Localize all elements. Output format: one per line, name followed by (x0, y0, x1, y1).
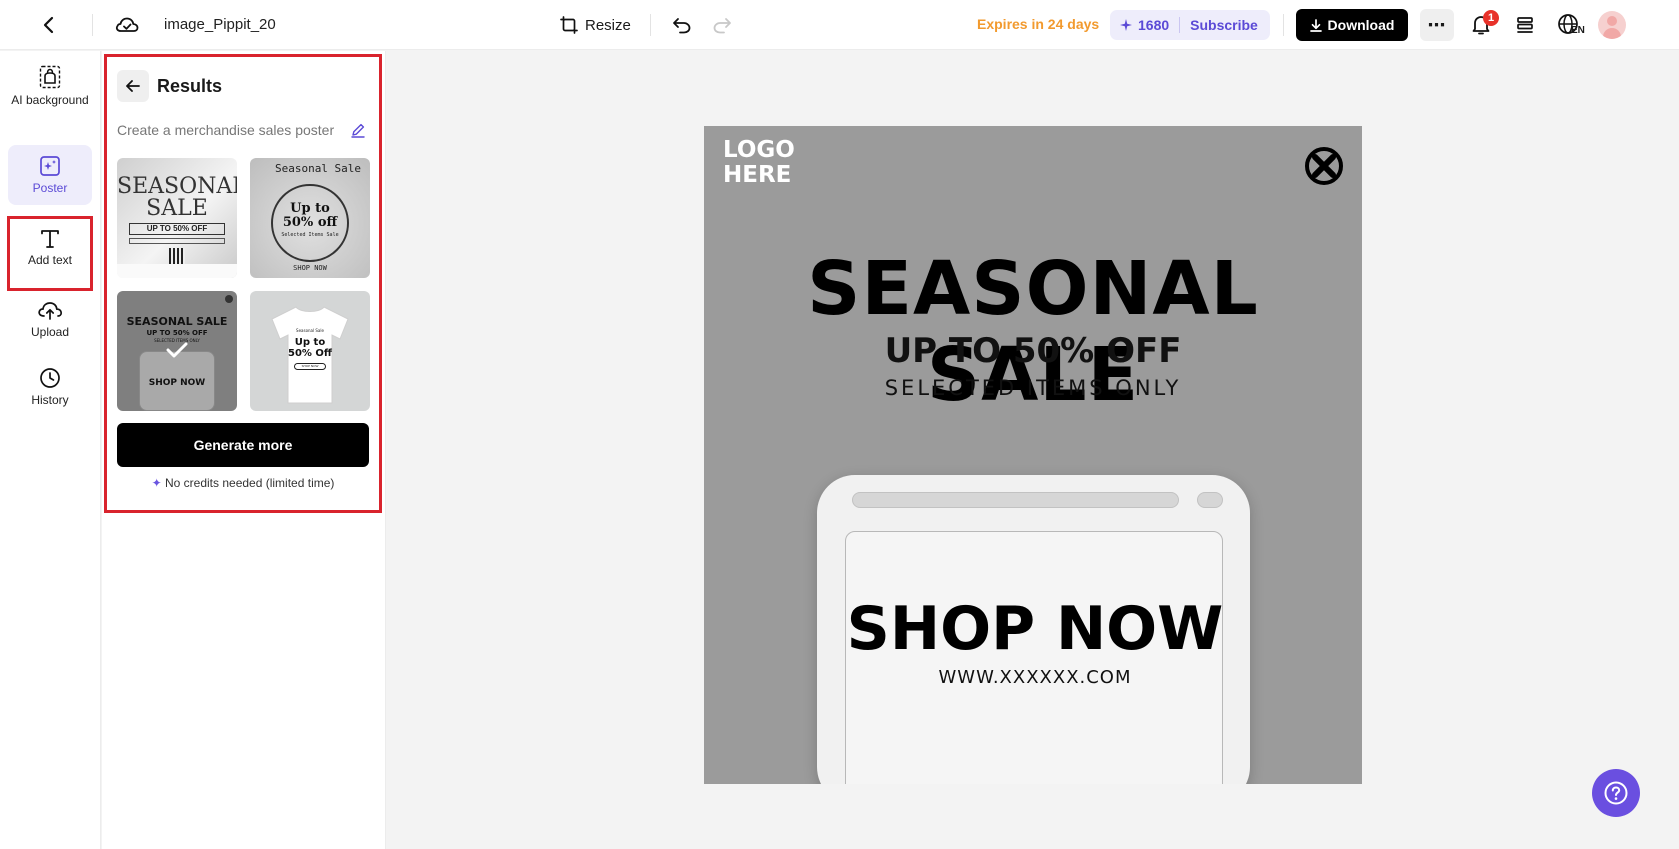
poster-icon (40, 156, 60, 176)
sparkle-icon (1120, 19, 1132, 31)
credits-pill[interactable]: 1680 Subscribe (1110, 10, 1270, 40)
layers-icon[interactable] (1512, 12, 1538, 38)
brand-mark-icon[interactable] (1304, 146, 1344, 186)
more-options-icon[interactable]: ⋯ (1420, 9, 1454, 41)
poster-subheadline[interactable]: UP TO 50% OFF (704, 331, 1362, 371)
logo-line1: LOGO (723, 137, 795, 163)
rail-item-history[interactable]: History (8, 367, 92, 427)
divider (1283, 14, 1284, 36)
divider (650, 14, 651, 36)
ai-background-icon (39, 65, 61, 89)
top-bar: image_Pippit_20 Resize Expires in 24 day… (0, 0, 1679, 50)
device-screen: SHOP NOW WWW.XXXXXX.COM (845, 531, 1223, 784)
history-icon (40, 368, 60, 388)
subscribe-link[interactable]: Subscribe (1190, 17, 1258, 33)
help-button[interactable] (1592, 769, 1640, 817)
language-selector[interactable]: EN (1555, 12, 1589, 40)
redo-icon[interactable] (709, 12, 735, 38)
rail-item-ai-background[interactable]: AI background (8, 65, 92, 133)
expiry-notice: Expires in 24 days (977, 16, 1100, 32)
resize-button[interactable]: Resize (560, 12, 631, 38)
download-icon (1309, 18, 1322, 32)
cloud-save-icon[interactable] (114, 12, 140, 38)
poster-tagline[interactable]: SELECTED ITEMS ONLY (704, 376, 1362, 400)
file-name[interactable]: image_Pippit_20 (164, 16, 276, 33)
resize-label: Resize (585, 16, 631, 34)
notification-badge: 1 (1483, 10, 1499, 26)
download-button[interactable]: Download (1296, 9, 1408, 41)
download-label: Download (1327, 17, 1395, 33)
divider (1179, 17, 1181, 33)
undo-icon[interactable] (669, 12, 695, 38)
device-button (1197, 492, 1223, 508)
logo-placeholder[interactable]: LOGO HERE (723, 138, 795, 188)
tool-rail: AI background Poster Add text Upload His… (0, 51, 101, 849)
rail-item-label: Upload (30, 325, 70, 339)
logo-line2: HERE (723, 162, 792, 188)
upload-icon (38, 302, 63, 320)
back-arrow-icon[interactable] (36, 12, 62, 38)
device-frame[interactable]: SHOP NOW WWW.XXXXXX.COM (817, 475, 1250, 784)
divider (92, 14, 93, 36)
poster-cta[interactable]: SHOP NOW (846, 594, 1224, 664)
avatar[interactable] (1598, 11, 1626, 39)
highlight-box (7, 216, 93, 291)
help-icon (1604, 781, 1628, 805)
resize-icon (560, 16, 578, 34)
rail-item-label: AI background (11, 93, 89, 107)
highlight-box (104, 54, 382, 513)
device-address-bar (852, 492, 1179, 508)
rail-item-label: History (31, 393, 69, 407)
language-code: EN (1571, 25, 1585, 36)
poster-canvas[interactable]: LOGO HERE SEASONAL SALE UP TO 50% OFF SE… (704, 126, 1362, 784)
rail-item-label: Poster (32, 181, 68, 195)
rail-item-poster[interactable]: Poster (8, 145, 92, 205)
rail-item-upload[interactable]: Upload (8, 299, 92, 359)
poster-url[interactable]: WWW.XXXXXX.COM (846, 667, 1224, 688)
credits-count: 1680 (1138, 17, 1170, 33)
